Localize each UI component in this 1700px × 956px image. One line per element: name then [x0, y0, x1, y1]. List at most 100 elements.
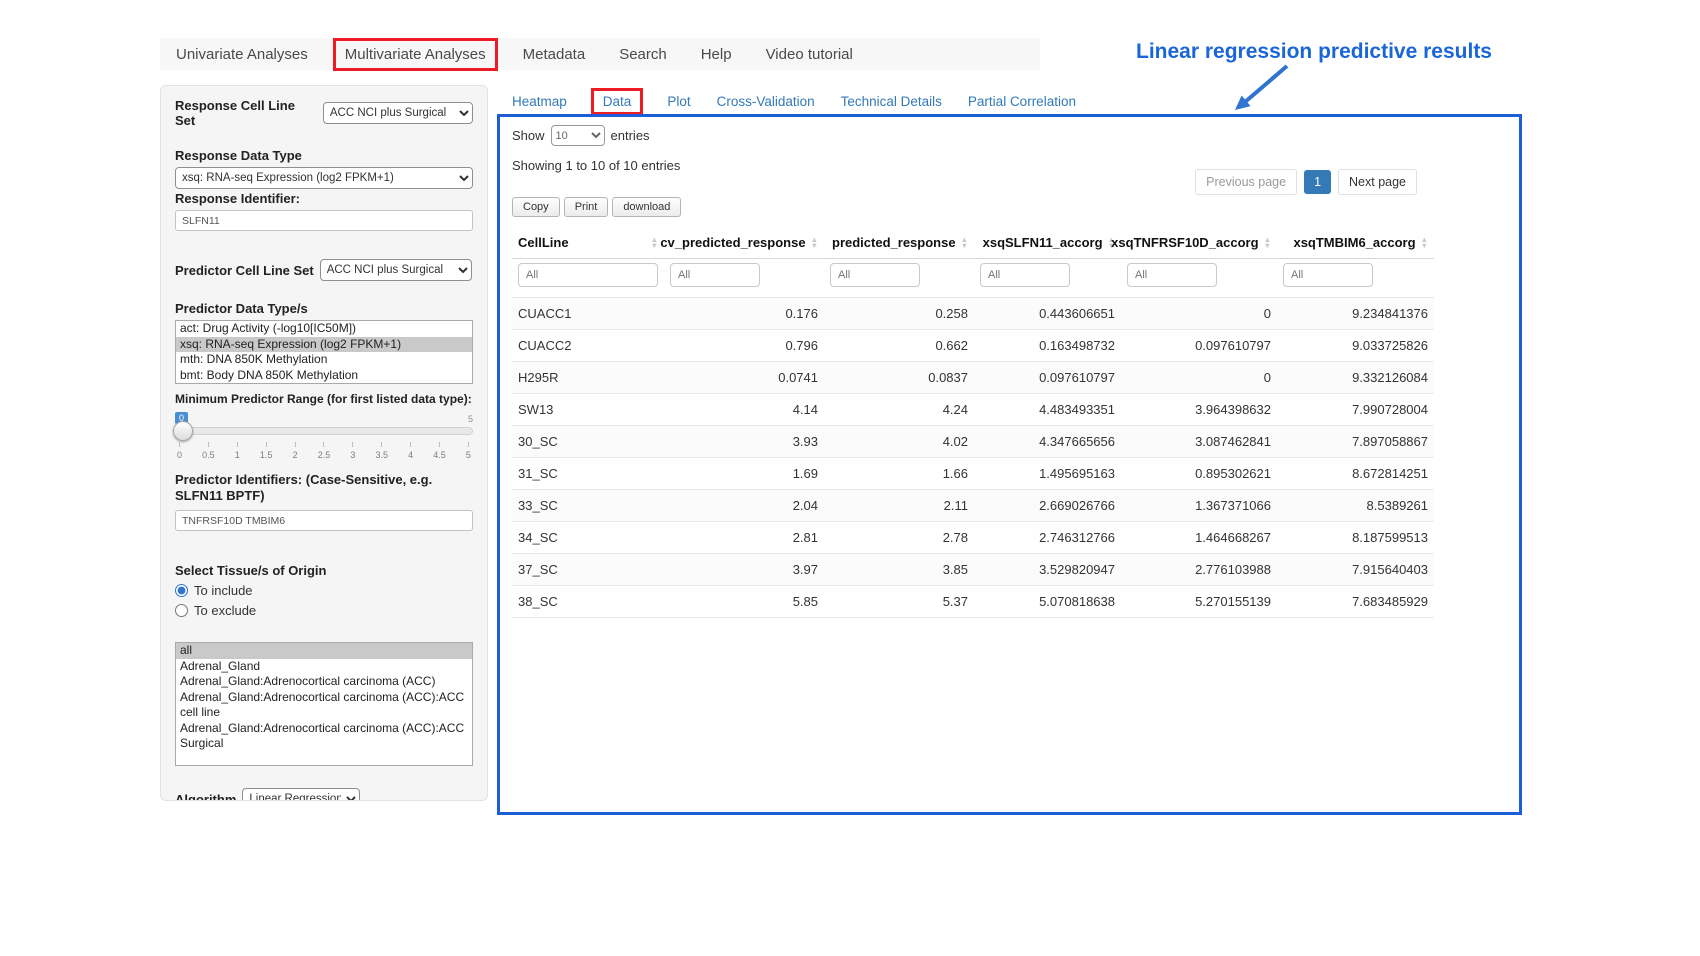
nav-help[interactable]: Help	[701, 46, 732, 63]
tissue-option-all-selected[interactable]: all	[176, 643, 472, 659]
filter-input-predicted-response[interactable]	[830, 263, 920, 287]
response-cell-line-set-select[interactable]: ACC NCI plus Surgical	[323, 102, 473, 124]
cell-value: 0.176	[664, 298, 824, 330]
tissue-exclude-radio[interactable]	[175, 604, 188, 617]
column-header-cellline[interactable]: CellLine▲▼	[512, 227, 664, 259]
cell-value: 0.895302621	[1121, 458, 1277, 490]
cell-value: 3.964398632	[1121, 394, 1277, 426]
tab-heatmap[interactable]: Heatmap	[512, 94, 567, 109]
cell-value: 9.033725826	[1277, 330, 1434, 362]
cell-value: 1.69	[664, 458, 824, 490]
filter-input-cv-predicted-response[interactable]	[670, 263, 760, 287]
min-predictor-range-label: Minimum Predictor Range (for first liste…	[175, 392, 473, 406]
predictor-identifiers-label: Predictor Identifiers: (Case-Sensitive, …	[175, 472, 473, 504]
cell-value: 2.776103988	[1121, 554, 1277, 586]
slider-track[interactable]	[175, 427, 473, 435]
cell-value: 5.070818638	[974, 586, 1121, 618]
cell-value: 0.258	[824, 298, 974, 330]
table-row: 30_SC 3.93 4.02 4.347665656 3.087462841 …	[512, 426, 1434, 458]
algorithm-label: Algorithm	[175, 792, 236, 802]
cell-value: 4.14	[664, 394, 824, 426]
nav-search[interactable]: Search	[619, 46, 667, 63]
response-data-type-select[interactable]: xsq: RNA-seq Expression (log2 FPKM+1)	[175, 167, 473, 189]
cell-value: 7.683485929	[1277, 586, 1434, 618]
column-header-cv-predicted-response[interactable]: cv_predicted_response▲▼	[664, 227, 824, 259]
algorithm-select[interactable]: Linear Regression	[242, 788, 360, 801]
download-button[interactable]: download	[612, 197, 681, 217]
entries-count-select[interactable]: 10	[551, 125, 605, 146]
nav-multivariate-analyses[interactable]: Multivariate Analyses	[333, 38, 498, 71]
nav-video-tutorial[interactable]: Video tutorial	[766, 46, 853, 63]
slider-handle[interactable]	[173, 421, 193, 441]
response-identifier-input[interactable]	[175, 210, 473, 231]
cell-value: 1.464668267	[1121, 522, 1277, 554]
tissue-option[interactable]: Adrenal_Gland:Adrenocortical carcinoma (…	[176, 674, 472, 690]
table-row: 37_SC 3.97 3.85 3.529820947 2.776103988 …	[512, 554, 1434, 586]
column-label: xsqTNFRSF10D_accorg	[1111, 235, 1258, 250]
cell-value: 0.097610797	[1121, 330, 1277, 362]
filter-input-cellline[interactable]	[518, 263, 658, 287]
print-button[interactable]: Print	[564, 197, 609, 217]
cell-value: 7.990728004	[1277, 394, 1434, 426]
nav-metadata[interactable]: Metadata	[523, 46, 586, 63]
tissue-option[interactable]: Adrenal_Gland:Adrenocortical carcinoma (…	[176, 690, 472, 721]
cell-value: 1.367371066	[1121, 490, 1277, 522]
column-header-xsqtmbim6-accorg[interactable]: xsqTMBIM6_accorg ▲▼	[1277, 227, 1434, 259]
nav-univariate-analyses[interactable]: Univariate Analyses	[176, 46, 308, 63]
filter-input-xsqtmbim6-accorg[interactable]	[1283, 263, 1373, 287]
tab-data[interactable]: Data	[591, 88, 644, 115]
column-header-xsqslfn11-accorg[interactable]: xsqSLFN11_accorg▲▼	[974, 227, 1121, 259]
response-cell-line-set-label: Response Cell Line Set	[175, 98, 317, 128]
table-row: CUACC2 0.796 0.662 0.163498732 0.0976107…	[512, 330, 1434, 362]
column-header-predicted-response[interactable]: predicted_response▲▼	[824, 227, 974, 259]
cell-cellline: 31_SC	[512, 458, 664, 490]
slider-tick: 2	[293, 442, 298, 460]
tab-plot[interactable]: Plot	[667, 94, 690, 109]
cell-value: 0	[1121, 298, 1277, 330]
cell-value: 8.5389261	[1277, 490, 1434, 522]
column-label: xsqSLFN11_accorg	[983, 235, 1103, 250]
cell-cellline: SW13	[512, 394, 664, 426]
tissue-option[interactable]: Adrenal_Gland	[176, 659, 472, 675]
results-panel: Show 10 entries Showing 1 to 10 of 10 en…	[497, 114, 1522, 815]
cell-value: 1.66	[824, 458, 974, 490]
column-label: xsqTMBIM6_accorg	[1293, 235, 1415, 250]
page-number-button[interactable]: 1	[1304, 170, 1331, 194]
tissue-exclude-radio-row: To exclude	[175, 603, 473, 618]
cell-value: 0.163498732	[974, 330, 1121, 362]
cell-cellline: 30_SC	[512, 426, 664, 458]
previous-page-button[interactable]: Previous page	[1195, 169, 1297, 195]
predictor-data-type-option-selected[interactable]: xsq: RNA-seq Expression (log2 FPKM+1)	[176, 337, 472, 353]
sort-icon: ▲▼	[1421, 237, 1428, 249]
cell-value: 0	[1121, 362, 1277, 394]
filter-input-xsqtnfrsf10d-accorg[interactable]	[1127, 263, 1217, 287]
slider-tick: 3.5	[375, 442, 388, 460]
table-header-row: CellLine▲▼ cv_predicted_response▲▼ predi…	[512, 227, 1434, 259]
cell-value: 0.0837	[824, 362, 974, 394]
predictor-identifiers-input[interactable]	[175, 510, 473, 531]
cell-value: 2.81	[664, 522, 824, 554]
cell-value: 0.0741	[664, 362, 824, 394]
predictor-data-type-option[interactable]: mth: DNA 850K Methylation	[176, 352, 472, 368]
tissue-origin-label: Select Tissue/s of Origin	[175, 563, 473, 578]
column-header-xsqtnfrsf10d-accorg[interactable]: xsqTNFRSF10D_accorg▲▼	[1121, 227, 1277, 259]
sort-icon: ▲▼	[811, 237, 818, 249]
table-row: 31_SC 1.69 1.66 1.495695163 0.895302621 …	[512, 458, 1434, 490]
table-row: 34_SC 2.81 2.78 2.746312766 1.464668267 …	[512, 522, 1434, 554]
tab-cross-validation[interactable]: Cross-Validation	[717, 94, 815, 109]
table-row: 38_SC 5.85 5.37 5.070818638 5.270155139 …	[512, 586, 1434, 618]
tab-technical-details[interactable]: Technical Details	[841, 94, 942, 109]
predictor-cell-line-set-select[interactable]: ACC NCI plus Surgical	[320, 259, 472, 281]
tissue-option[interactable]: Adrenal_Gland:Adrenocortical carcinoma (…	[176, 721, 472, 752]
tissue-include-radio[interactable]	[175, 584, 188, 597]
slider-tick: 4.5	[433, 442, 446, 460]
copy-button[interactable]: Copy	[512, 197, 560, 217]
next-page-button[interactable]: Next page	[1338, 169, 1417, 195]
cell-value: 1.495695163	[974, 458, 1121, 490]
predictor-data-type-option[interactable]: act: Drug Activity (-log10[IC50M])	[176, 321, 472, 337]
filter-input-xsqslfn11-accorg[interactable]	[980, 263, 1070, 287]
cell-value: 2.669026766	[974, 490, 1121, 522]
tab-partial-correlation[interactable]: Partial Correlation	[968, 94, 1076, 109]
predictor-data-type-option[interactable]: bmt: Body DNA 850K Methylation	[176, 368, 472, 384]
annotation-text: Linear regression predictive results	[1060, 40, 1492, 64]
